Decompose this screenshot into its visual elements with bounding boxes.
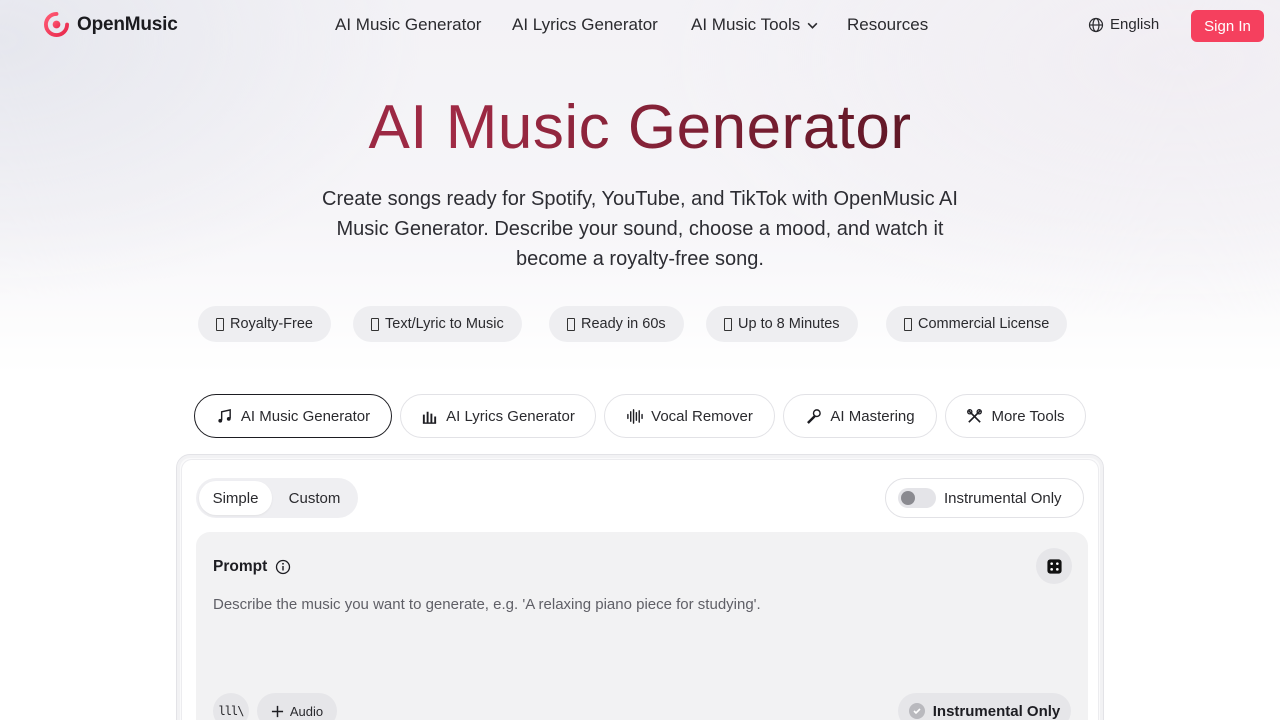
nav-label: AI Music Tools (691, 15, 801, 34)
badge-label: Commercial License (918, 316, 1050, 332)
generator-panel: Simple Custom Instrumental Only Prompt l… (176, 454, 1104, 720)
prompt-label-text: Prompt (213, 558, 268, 575)
prompt-input[interactable] (213, 596, 1053, 676)
check-icon (908, 703, 925, 719)
badge-icon (216, 317, 224, 331)
badge-label: Text/Lyric to Music (385, 316, 504, 332)
site-header: OpenMusic AI Music Generator AI Lyrics G… (0, 0, 1280, 52)
tab-vocal-remover[interactable]: Vocal Remover (604, 394, 775, 438)
badge-ready-in-60s: Ready in 60s (549, 306, 684, 342)
mode-simple-button[interactable]: Simple (199, 481, 273, 515)
lyrics-icon (423, 411, 437, 424)
language-label: English (1110, 16, 1160, 33)
tab-label: AI Mastering (830, 407, 915, 425)
mode-custom-button[interactable]: Custom (274, 481, 355, 515)
tab-ai-mastering[interactable]: AI Mastering (783, 394, 937, 438)
tools-icon (967, 408, 983, 423)
badge-icon (371, 317, 379, 331)
badge-label: Royalty-Free (230, 316, 313, 332)
toggle-switch[interactable] (898, 488, 936, 508)
tab-label: Vocal Remover (651, 407, 753, 425)
badge-label: Ready in 60s (581, 316, 666, 332)
tab-label: More Tools (991, 407, 1065, 425)
nav-ai-music-tools[interactable]: AI Music Tools (691, 15, 819, 35)
feature-badges: Royalty-Free Text/Lyric to Music Ready i… (0, 306, 1280, 342)
badge-label: Up to 8 Minutes (738, 316, 840, 332)
badge-royalty-free: Royalty-Free (198, 306, 331, 342)
instrumental-only-toggle[interactable]: Instrumental Only (885, 478, 1084, 518)
nav-ai-lyrics-generator[interactable]: AI Lyrics Generator (512, 15, 658, 35)
instrumental-only-chip[interactable]: Instrumental Only (898, 693, 1071, 720)
instrumental-chip-label: Instrumental Only (932, 702, 1061, 720)
prompt-label: Prompt (213, 558, 291, 576)
nav-ai-music-generator[interactable]: AI Music Generator (335, 15, 481, 35)
badge-up-to-8-minutes: Up to 8 Minutes (706, 306, 858, 342)
badge-icon (724, 317, 732, 331)
tab-more-tools[interactable]: More Tools (945, 394, 1086, 438)
chevron-down-icon (807, 22, 818, 29)
nav-label: Resources (847, 15, 929, 34)
music-notes-icon (218, 408, 231, 423)
sign-in-button[interactable]: Sign In (1191, 10, 1264, 42)
library-button[interactable]: lll\ (213, 693, 249, 720)
prompt-box: Prompt lll\ Audio Instrumental Only (196, 532, 1088, 720)
globe-icon (1088, 17, 1104, 32)
tool-tabs: AI Music Generator AI Lyrics Generator V… (0, 394, 1280, 438)
page-title: AI Music Generator (0, 92, 1280, 163)
random-prompt-button[interactable] (1036, 548, 1072, 584)
tab-ai-lyrics-generator[interactable]: AI Lyrics Generator (400, 394, 596, 438)
mode-toggle: Simple Custom (196, 478, 358, 518)
badge-icon (904, 317, 912, 331)
plus-icon (271, 705, 283, 717)
badge-icon (567, 317, 575, 331)
tab-label: AI Music Generator (240, 407, 371, 425)
badge-commercial-license: Commercial License (886, 306, 1068, 342)
info-icon[interactable] (275, 559, 291, 575)
add-audio-button[interactable]: Audio (257, 693, 337, 720)
generator-panel-body: Simple Custom Instrumental Only Prompt l… (181, 459, 1099, 720)
nav-label: AI Music Generator (335, 15, 482, 34)
waveform-icon (627, 408, 643, 424)
audio-button-label: Audio (289, 703, 324, 719)
microphone-icon (807, 408, 822, 424)
tab-ai-music-generator[interactable]: AI Music Generator (194, 394, 392, 438)
dice-icon (1046, 558, 1062, 574)
tab-label: AI Lyrics Generator (446, 407, 575, 425)
badge-text-to-music: Text/Lyric to Music (353, 306, 522, 342)
language-selector[interactable]: English (1088, 16, 1159, 33)
instrumental-only-label: Instrumental Only (944, 489, 1062, 507)
hero-subtitle: Create songs ready for Spotify, YouTube,… (322, 188, 958, 270)
nav-resources[interactable]: Resources (847, 15, 928, 35)
nav-label: AI Lyrics Generator (512, 15, 658, 34)
